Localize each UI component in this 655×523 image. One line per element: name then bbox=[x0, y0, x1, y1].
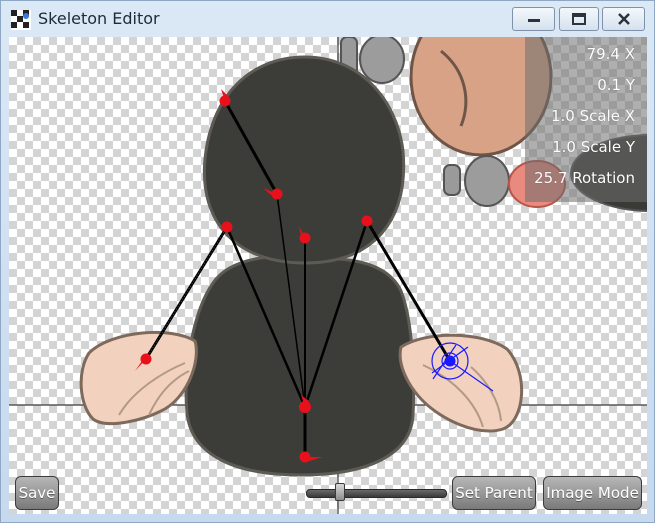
image-mode-button[interactable]: Image Mode bbox=[543, 476, 642, 510]
readout-scale-x: 1.0 Scale X bbox=[550, 107, 635, 125]
readout-y: 0.1 Y bbox=[597, 76, 635, 94]
save-button[interactable]: Save bbox=[15, 476, 59, 510]
readout-x: 79.4 X bbox=[586, 45, 635, 63]
app-icon bbox=[11, 10, 31, 30]
zoom-slider-thumb[interactable] bbox=[335, 483, 345, 501]
readout-rotation: 25.7 Rotation bbox=[534, 169, 635, 187]
window-title: Skeleton Editor bbox=[38, 9, 160, 28]
left-wing-sprite bbox=[79, 330, 198, 426]
close-icon bbox=[617, 13, 630, 25]
zoom-slider-track[interactable] bbox=[306, 489, 447, 498]
maximize-button[interactable] bbox=[559, 7, 599, 31]
title-bar[interactable]: Skeleton Editor bbox=[1, 1, 655, 37]
minimize-icon bbox=[527, 19, 540, 22]
set-parent-button[interactable]: Set Parent bbox=[452, 476, 536, 510]
maximize-icon bbox=[572, 13, 586, 25]
editor-canvas[interactable]: 79.4 X 0.1 Y 1.0 Scale X 1.0 Scale Y 25.… bbox=[9, 37, 647, 514]
joint-left-shoulder[interactable] bbox=[221, 221, 233, 233]
skeleton-editor-window: Skeleton Editor 79.4 X 0.1 Y 1.0 Scale X… bbox=[0, 0, 655, 523]
joint-right-shoulder[interactable] bbox=[361, 215, 373, 227]
readout-scale-y: 1.0 Scale Y bbox=[552, 138, 635, 156]
minimize-button[interactable] bbox=[512, 7, 555, 31]
close-button[interactable] bbox=[602, 7, 645, 31]
right-wing-sprite bbox=[398, 333, 524, 433]
